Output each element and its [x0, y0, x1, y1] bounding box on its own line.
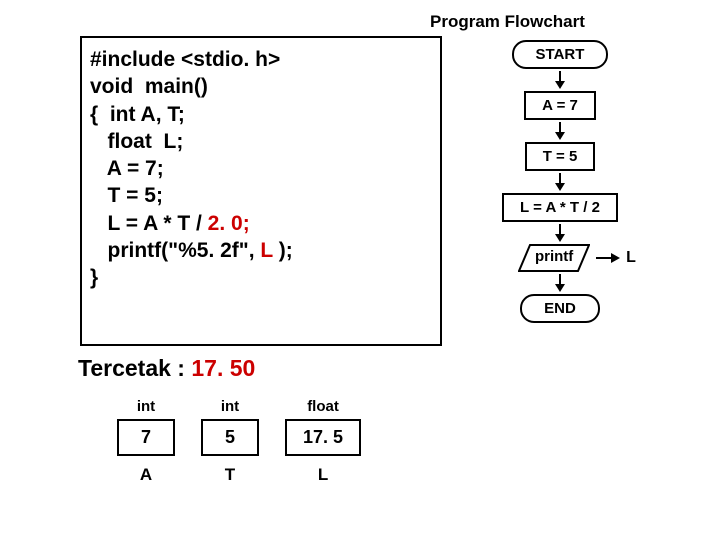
label-a: A: [116, 459, 176, 486]
arrow-right-icon: [596, 252, 620, 264]
code-literal-red: 2. 0;: [208, 212, 250, 235]
code-line-6: T = 5;: [90, 182, 430, 209]
label-t: T: [200, 459, 260, 486]
flow-node-a: A = 7: [524, 91, 596, 120]
arrow-down-icon: [460, 173, 660, 191]
code-line-8: printf("%5. 2f", L );: [90, 237, 430, 264]
arrow-down-icon: [460, 122, 660, 140]
var-table: int int float 7 5 17. 5 A T L: [92, 395, 386, 488]
code-line-1: #include <stdio. h>: [90, 46, 430, 73]
flow-start: START: [512, 40, 609, 69]
code-line-4: float L;: [90, 128, 430, 155]
flow-node-l: L = A * T / 2: [502, 193, 618, 222]
output-value: 17. 50: [191, 355, 255, 381]
code-block: #include <stdio. h> void main() { int A,…: [80, 36, 442, 346]
flow-io-node: printf: [518, 244, 590, 272]
page-title: Program Flowchart: [430, 12, 585, 32]
arrow-down-icon: [460, 224, 660, 242]
cell-l: 17. 5: [285, 419, 361, 456]
output-label: Tercetak :: [78, 355, 191, 381]
code-line-3: { int A, T;: [90, 101, 430, 128]
flow-io-label: printf: [518, 248, 590, 265]
flow-node-t: T = 5: [525, 142, 596, 171]
flow-end: END: [520, 294, 600, 323]
flow-io-output: L: [626, 249, 636, 267]
arrow-down-icon: [460, 274, 660, 292]
code-line-7: L = A * T / 2. 0;: [90, 210, 430, 237]
flowchart: START A = 7 T = 5 L = A * T / 2 printf L…: [460, 40, 660, 323]
col-type-a: int: [116, 397, 176, 416]
col-type-l: float: [284, 397, 362, 416]
code-var-red: L: [260, 239, 272, 262]
cell-t: 5: [201, 419, 259, 456]
code-line-9: }: [90, 264, 430, 291]
col-type-t: int: [200, 397, 260, 416]
arrow-down-icon: [460, 71, 660, 89]
code-line-5: A = 7;: [90, 155, 430, 182]
label-l: L: [284, 459, 362, 486]
output-line: Tercetak : 17. 50: [78, 355, 255, 382]
flow-io-row: printf L: [460, 244, 660, 272]
cell-a: 7: [117, 419, 175, 456]
code-line-2: void main(): [90, 73, 430, 100]
